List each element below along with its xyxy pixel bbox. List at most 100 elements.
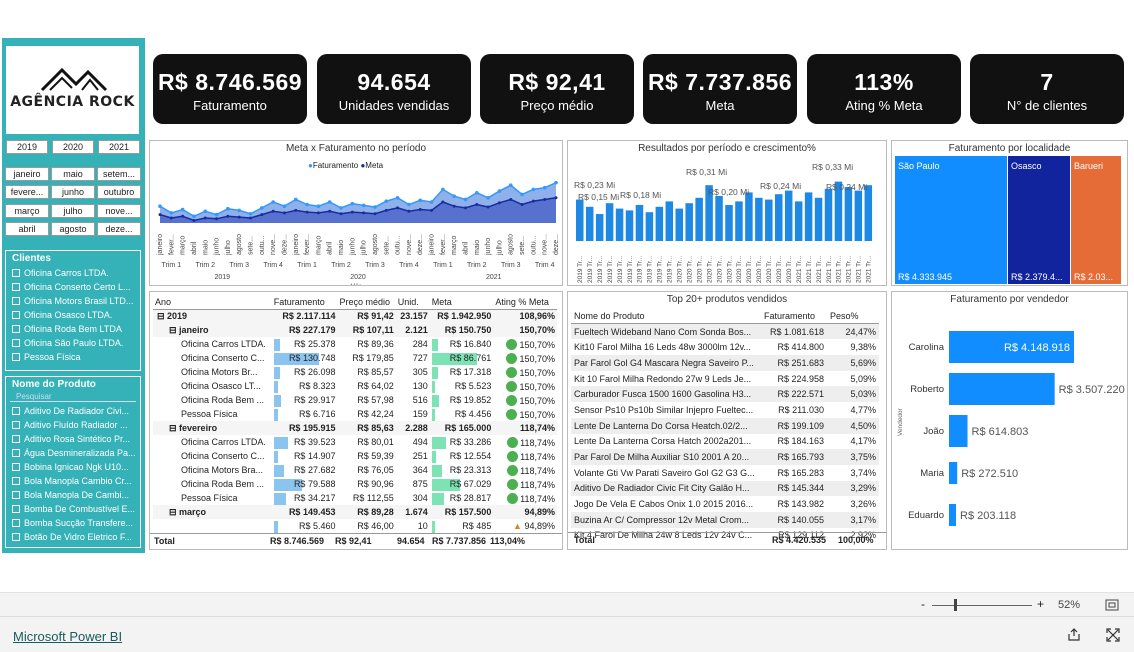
result-bar[interactable] bbox=[814, 197, 823, 241]
result-bar[interactable] bbox=[615, 208, 624, 241]
month-button[interactable]: maio bbox=[51, 167, 95, 181]
result-bar[interactable] bbox=[605, 203, 614, 241]
month-button[interactable]: junho bbox=[51, 185, 95, 199]
zoom-slider[interactable] bbox=[932, 605, 1032, 606]
top-product-row[interactable]: Sensor Ps10 Ps10b Similar Injepro Fuelte… bbox=[571, 402, 879, 418]
result-bar[interactable] bbox=[854, 190, 863, 241]
checkbox-icon[interactable] bbox=[12, 491, 20, 499]
checkbox-icon[interactable] bbox=[12, 283, 20, 291]
year-2019[interactable]: 2019 bbox=[6, 140, 48, 154]
result-bar[interactable] bbox=[685, 203, 693, 241]
result-bar[interactable] bbox=[794, 201, 803, 241]
year-2021[interactable]: 2021 bbox=[98, 140, 140, 154]
fullscreen-icon[interactable] bbox=[1106, 628, 1120, 642]
month-button[interactable]: agosto bbox=[51, 222, 95, 236]
treemap-tile[interactable]: Osasco R$ 2.379.4... bbox=[1008, 156, 1071, 284]
matrix-row[interactable]: ⊟ fevereiro R$ 195.915 R$ 85,63 2.288 R$ 165… bbox=[153, 421, 557, 435]
treemap-tile[interactable]: Barueri R$ 2.03... bbox=[1071, 156, 1122, 284]
share-icon[interactable] bbox=[1067, 628, 1081, 642]
month-button[interactable]: abril bbox=[5, 222, 49, 236]
top-product-row[interactable]: Lente De Lanterna Do Corsa Heatch.02/2..… bbox=[571, 417, 879, 434]
checkbox-icon[interactable] bbox=[12, 311, 20, 319]
result-bar[interactable] bbox=[745, 192, 753, 241]
client-checkbox[interactable]: Oficina Roda Bem LTDA bbox=[6, 322, 140, 336]
result-bar[interactable] bbox=[625, 210, 634, 241]
result-bar[interactable] bbox=[725, 205, 733, 241]
checkbox-icon[interactable] bbox=[12, 505, 20, 513]
matrix-col-header[interactable]: Ano bbox=[153, 295, 272, 310]
result-bar[interactable] bbox=[585, 206, 594, 241]
result-bar[interactable] bbox=[665, 201, 674, 241]
matrix-col-header[interactable]: Faturamento bbox=[271, 295, 338, 310]
matrix-row[interactable]: Oficina Carros LTDA. R$ 25.378 R$ 89,36 284… bbox=[153, 337, 557, 351]
result-bar[interactable] bbox=[645, 212, 654, 241]
top-col-header[interactable]: Faturamento bbox=[761, 308, 827, 325]
matrix-row[interactable]: R$ 5.460 R$ 46,00 10 R$ 485 ▲ 94,89% bbox=[153, 519, 557, 533]
product-search-input[interactable]: Pesquisar bbox=[10, 392, 136, 402]
matrix-row[interactable]: Oficina Osasco LT... R$ 8.323 R$ 64,02 130 R… bbox=[153, 379, 557, 393]
top-col-header[interactable]: Peso% bbox=[827, 308, 879, 325]
product-checkbox[interactable]: Bobina Ignicao Ngk U10... bbox=[6, 460, 140, 474]
client-checkbox[interactable]: Oficina Osasco LTDA. bbox=[6, 308, 140, 322]
top-product-row[interactable]: Kit 10 Farol Milha Redondo 27w 9 Leds Je… bbox=[571, 371, 879, 387]
month-button[interactable]: janeiro bbox=[5, 167, 49, 181]
result-bar[interactable] bbox=[844, 187, 853, 241]
result-bar[interactable] bbox=[804, 192, 813, 241]
checkbox-icon[interactable] bbox=[12, 421, 20, 429]
matrix-col-header[interactable]: Unid. bbox=[395, 295, 430, 310]
checkbox-icon[interactable] bbox=[12, 519, 20, 527]
year-2020[interactable]: 2020 bbox=[52, 140, 94, 154]
month-button[interactable]: fevere... bbox=[5, 185, 49, 199]
client-checkbox[interactable]: Oficina Carros LTDA. bbox=[6, 266, 140, 280]
checkbox-icon[interactable] bbox=[12, 533, 20, 541]
product-checkbox[interactable]: Aditivo De Radiador Civi... bbox=[6, 404, 140, 418]
matrix-row[interactable]: ⊟ janeiro R$ 227.179 R$ 107,11 2.121 R$ 150.… bbox=[153, 323, 557, 337]
result-bar[interactable] bbox=[824, 188, 833, 241]
checkbox-icon[interactable] bbox=[12, 463, 20, 471]
top-product-row[interactable]: Carburador Fusca 1500 1600 Gasolina H3..… bbox=[571, 386, 879, 403]
matrix-row[interactable]: Oficina Roda Bem ... R$ 79.588 R$ 90,96 875… bbox=[153, 477, 557, 491]
matrix-row[interactable]: Oficina Conserto C... R$ 130.748 R$ 179,85… bbox=[153, 351, 557, 365]
result-bar[interactable] bbox=[755, 197, 763, 241]
product-checkbox[interactable]: Aditivo Fluído Radiador ... bbox=[6, 418, 140, 432]
checkbox-icon[interactable] bbox=[12, 407, 20, 415]
top-col-header[interactable]: Nome do Produto bbox=[571, 308, 761, 325]
month-button[interactable]: outubro bbox=[97, 185, 141, 199]
product-checkbox[interactable]: Aditivo Rosa Sintético Pr... bbox=[6, 432, 140, 446]
top-product-row[interactable]: Aditivo De Radiador Civic Fit City Galão… bbox=[571, 480, 879, 497]
product-checkbox[interactable]: Bomba De Combustível E... bbox=[6, 502, 140, 516]
top-product-row[interactable]: Par Farol De Milha Auxiliar S10 2001 A 2… bbox=[571, 449, 879, 465]
product-checkbox[interactable]: Botão De Vidro Eletrico F... bbox=[6, 530, 140, 544]
top-product-row[interactable]: Volante Gti Vw Parati Saveiro Gol G2 G3 … bbox=[571, 465, 879, 481]
month-button[interactable]: deze... bbox=[97, 222, 141, 236]
product-checkbox[interactable]: Água Desmineralizada Pa... bbox=[6, 446, 140, 460]
result-bar[interactable] bbox=[635, 205, 644, 241]
vendedor-bar[interactable] bbox=[949, 462, 958, 484]
result-bar[interactable] bbox=[576, 199, 584, 241]
matrix-row[interactable]: Pessoa Física R$ 6.716 R$ 42,24 159 R$ 4.456… bbox=[153, 407, 557, 421]
top-product-row[interactable]: Jogo De Vela E Cabos Onix 1.0 2015 2016.… bbox=[571, 496, 879, 512]
top-product-row[interactable]: Lente Da Lanterna Corsa Hatch 2002a201..… bbox=[571, 434, 879, 450]
powerbi-link[interactable]: Microsoft Power BI bbox=[13, 629, 122, 644]
month-button[interactable]: março bbox=[5, 204, 49, 218]
checkbox-icon[interactable] bbox=[12, 297, 20, 305]
matrix-row[interactable]: Oficina Carros LTDA. R$ 39.523 R$ 80,01 494… bbox=[153, 435, 557, 449]
matrix-row[interactable]: Oficina Motors Bra... R$ 27.682 R$ 76,05 36… bbox=[153, 463, 557, 477]
result-bar[interactable] bbox=[695, 197, 703, 241]
checkbox-icon[interactable] bbox=[12, 435, 20, 443]
treemap-tile[interactable]: São Paulo R$ 4.333.945 bbox=[895, 156, 1008, 284]
result-bar[interactable] bbox=[715, 196, 723, 241]
product-checkbox[interactable]: Bola Manopla De Cambi... bbox=[6, 488, 140, 502]
checkbox-icon[interactable] bbox=[12, 325, 20, 333]
product-checkbox[interactable]: Bomba Sucção Transfere... bbox=[6, 516, 140, 530]
month-button[interactable]: nove... bbox=[97, 204, 141, 218]
zoom-slider-thumb[interactable] bbox=[954, 599, 957, 611]
matrix-row[interactable]: Oficina Roda Bem ... R$ 29.917 R$ 57,98 516… bbox=[153, 393, 557, 407]
vendedor-bar[interactable] bbox=[949, 415, 968, 447]
fit-page-icon[interactable] bbox=[1105, 599, 1119, 611]
matrix-row[interactable]: ⊟ março R$ 149.453 R$ 89,28 1.674 R$ 157.500… bbox=[153, 505, 557, 519]
checkbox-icon[interactable] bbox=[12, 477, 20, 485]
matrix-col-header[interactable]: Ating % Meta bbox=[493, 295, 557, 310]
vendedor-bar[interactable] bbox=[949, 504, 956, 526]
top-product-row[interactable]: Par Farol Gol G4 Mascara Negra Saveiro P… bbox=[571, 355, 879, 371]
